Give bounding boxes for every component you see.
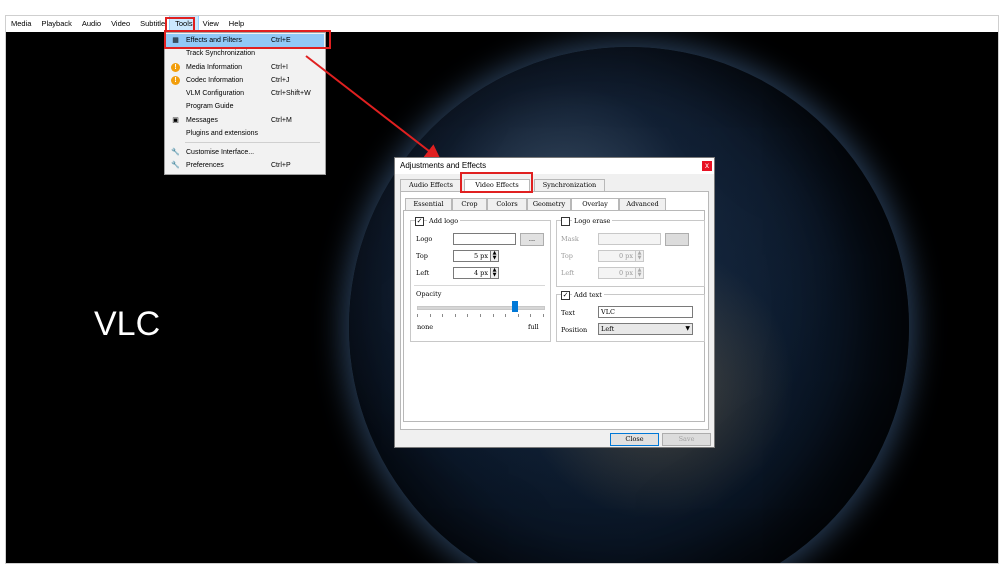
adjustments-effects-dialog: Adjustments and Effects x Audio Effects … (394, 157, 715, 448)
menu-item-messages[interactable]: ▣ Messages Ctrl+M (166, 114, 324, 127)
tab-essential[interactable]: Essential (405, 198, 452, 210)
messages-icon: ▣ (172, 117, 179, 124)
opacity-min-label: none (417, 323, 434, 331)
erase-left-input: 0 px (598, 267, 636, 279)
slider-tick (543, 314, 544, 317)
mask-browse-button (665, 233, 689, 246)
logo-label: Logo (416, 235, 433, 243)
chevron-down-icon: ▼ (685, 325, 690, 332)
info-warning-icon: ! (171, 76, 180, 85)
logo-erase-label: Logo erase (572, 217, 613, 225)
opacity-slider-track[interactable] (417, 306, 545, 310)
menu-item-media-information[interactable]: ! Media Information Ctrl+I (166, 61, 324, 74)
erase-top-input: 0 px (598, 250, 636, 262)
opacity-max-label: full (528, 323, 539, 331)
slider-tick (505, 314, 507, 317)
menu-item-codec-information[interactable]: ! Codec Information Ctrl+J (166, 74, 324, 87)
logo-left-label: Left (416, 269, 430, 277)
slider-tick (517, 314, 519, 317)
tab-colors[interactable]: Colors (487, 198, 527, 210)
opacity-divider (414, 285, 545, 286)
add-text-checkbox[interactable]: ✓ (561, 291, 570, 300)
wrench-icon: 🔧 (171, 149, 180, 156)
tab-overlay[interactable]: Overlay (571, 198, 619, 210)
menu-item-customise-interface[interactable]: 🔧 Customise Interface... (166, 146, 324, 159)
dialog-title: Adjustments and Effects (400, 161, 487, 170)
erase-top-spinner: ▲ ▼ (635, 250, 644, 262)
effects-highlight-box (164, 30, 331, 49)
erase-left-label: Left (561, 269, 575, 277)
logo-top-input[interactable]: 5 px (453, 250, 491, 262)
menu-bar: Media Playback Audio Video Subtitle Tool… (6, 16, 998, 33)
logo-top-label: Top (416, 252, 428, 260)
slider-tick (480, 314, 481, 317)
logo-erase-checkbox[interactable] (561, 217, 570, 226)
slider-tick (530, 314, 532, 317)
save-button: Save (662, 433, 711, 446)
menu-separator (185, 142, 320, 143)
menu-item-plugins[interactable]: Plugins and extensions (166, 127, 324, 140)
logo-left-spinner[interactable]: ▲ ▼ (490, 267, 499, 279)
menu-media[interactable]: Media (6, 16, 36, 32)
menu-item-program-guide[interactable]: Program Guide (166, 100, 324, 113)
tools-menu: ▦ Effects and Filters Ctrl+E Track Synch… (164, 32, 326, 175)
info-warning-icon: ! (171, 63, 180, 72)
text-label: Text (561, 309, 575, 317)
slider-tick (429, 314, 431, 317)
menu-item-vlm-configuration[interactable]: VLM Configuration Ctrl+Shift+W (166, 87, 324, 100)
slider-tick (442, 314, 444, 317)
tab-crop[interactable]: Crop (452, 198, 487, 210)
video-effects-highlight-box (460, 172, 533, 193)
logo-path-input[interactable] (453, 233, 516, 245)
logo-top-spinner[interactable]: ▲ ▼ (490, 250, 499, 262)
slider-tick (454, 314, 456, 317)
menu-playback[interactable]: Playback (36, 16, 76, 32)
video-overlay-text: VLC (94, 305, 161, 343)
mask-label: Mask (561, 235, 579, 243)
dialog-titlebar: Adjustments and Effects x (395, 158, 714, 174)
menu-item-preferences[interactable]: 🔧 Preferences Ctrl+P (166, 159, 324, 172)
add-logo-checkbox[interactable]: ✓ (415, 217, 424, 226)
erase-left-spinner: ▲ ▼ (635, 267, 644, 279)
tab-advanced[interactable]: Advanced (619, 198, 666, 210)
opacity-label: Opacity (416, 290, 442, 298)
tab-geometry[interactable]: Geometry (527, 198, 571, 210)
slider-tick (467, 314, 469, 317)
opacity-slider-thumb[interactable] (512, 301, 519, 312)
menu-video[interactable]: Video (106, 16, 135, 32)
logo-left-input[interactable]: 4 px (453, 267, 491, 279)
mask-input (598, 233, 661, 245)
position-label: Position (561, 326, 588, 334)
close-button[interactable]: Close (610, 433, 659, 446)
close-icon[interactable]: x (702, 161, 712, 171)
browse-logo-button[interactable]: ... (520, 233, 544, 246)
add-logo-label: Add logo (427, 217, 461, 225)
erase-top-label: Top (561, 252, 573, 260)
menu-audio[interactable]: Audio (77, 16, 106, 32)
tab-audio-effects[interactable]: Audio Effects (400, 179, 462, 191)
slider-tick (417, 314, 418, 317)
add-text-label: Add text (572, 291, 604, 299)
position-select[interactable]: Left ▼ (598, 323, 693, 335)
wrench-icon: 🔧 (171, 162, 180, 169)
tab-synchronization[interactable]: Synchronization (534, 179, 605, 191)
slider-tick (492, 314, 494, 317)
overlay-text-input[interactable]: VLC (598, 306, 693, 318)
